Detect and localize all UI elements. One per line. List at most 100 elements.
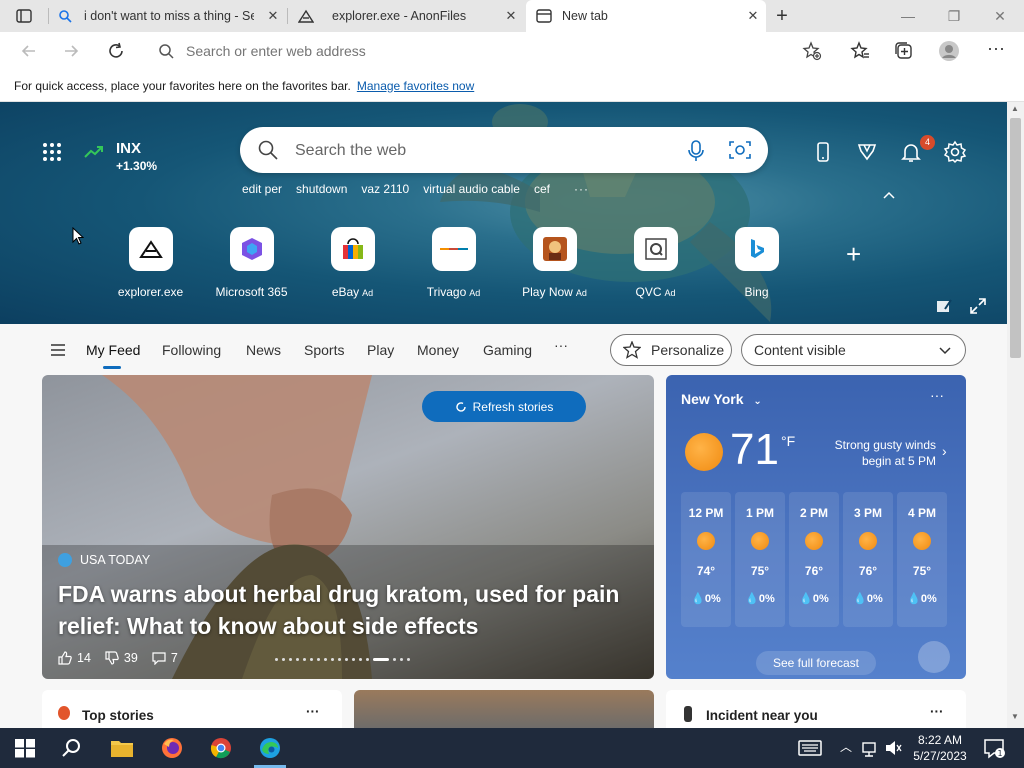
- volume-muted-icon[interactable]: [884, 736, 902, 760]
- trending-item[interactable]: shutdown: [296, 182, 347, 196]
- edit-background-icon[interactable]: [936, 298, 952, 314]
- scroll-up-icon[interactable]: ▲: [1011, 104, 1019, 113]
- more-options-icon[interactable]: ···: [985, 39, 1007, 62]
- forward-icon[interactable]: [60, 40, 82, 62]
- see-full-forecast-button[interactable]: See full forecast: [756, 651, 876, 675]
- hour-forecast-item[interactable]: 2 PM 76° 💧0%: [789, 492, 839, 627]
- more-feeds-icon[interactable]: ···: [554, 337, 568, 353]
- more-trending-icon[interactable]: ···: [574, 182, 589, 196]
- story-headline[interactable]: FDA warns about herbal drug kratom, used…: [58, 578, 638, 642]
- weather-more-icon[interactable]: ···: [930, 387, 944, 403]
- weather-alert[interactable]: Strong gusty winds begin at 5 PM: [816, 437, 936, 469]
- app-launcher-icon[interactable]: [42, 142, 62, 162]
- quick-link-bing[interactable]: Bing: [706, 227, 807, 299]
- scroll-down-icon[interactable]: ▼: [1011, 712, 1019, 721]
- web-search-box[interactable]: [240, 127, 768, 173]
- show-hidden-icons-icon[interactable]: ︿: [840, 738, 852, 755]
- card-more-icon[interactable]: ···: [930, 704, 944, 719]
- quick-link-qvc[interactable]: QVC Ad: [605, 227, 706, 299]
- chevron-right-icon[interactable]: ›: [942, 443, 947, 459]
- address-bar[interactable]: [144, 35, 834, 66]
- page-scrollbar[interactable]: ▲ ▼: [1007, 102, 1024, 728]
- like-button[interactable]: 14: [58, 651, 91, 665]
- stock-ticker[interactable]: INX +1.30%: [84, 140, 157, 173]
- settings-icon[interactable]: [943, 140, 967, 164]
- add-quick-link-icon[interactable]: +: [846, 239, 861, 270]
- quick-link-ebay[interactable]: eBay Ad: [302, 227, 403, 299]
- tab-anonfiles[interactable]: explorer.exe - AnonFiles ✕: [290, 0, 524, 32]
- back-icon[interactable]: [18, 40, 40, 62]
- feed-tab-gaming[interactable]: Gaming: [483, 342, 532, 358]
- mobile-icon[interactable]: [811, 140, 835, 164]
- feed-tab-my-feed[interactable]: My Feed: [86, 342, 140, 369]
- close-tab-icon[interactable]: ✕: [266, 9, 280, 23]
- chrome-icon[interactable]: [209, 736, 233, 760]
- raindrop-icon: 💧: [907, 593, 921, 605]
- collapse-chevron-icon[interactable]: [882, 190, 896, 200]
- content-visibility-dropdown[interactable]: Content visible: [741, 334, 966, 366]
- quick-link-play-now[interactable]: Play Now Ad: [504, 227, 605, 299]
- favorites-icon[interactable]: [849, 40, 871, 62]
- fullscreen-icon[interactable]: [970, 298, 986, 314]
- close-tab-icon[interactable]: ✕: [746, 9, 760, 23]
- quick-link-trivago[interactable]: Trivago Ad: [403, 227, 504, 299]
- address-input[interactable]: [186, 41, 746, 61]
- weather-extra-icon[interactable]: [918, 641, 950, 673]
- restore-icon[interactable]: ❐: [944, 6, 964, 26]
- keyboard-icon[interactable]: [798, 736, 822, 760]
- feed-tab-sports[interactable]: Sports: [304, 342, 344, 358]
- card-more-icon[interactable]: ···: [306, 704, 320, 719]
- add-favorite-icon[interactable]: [802, 41, 822, 61]
- personalize-button[interactable]: Personalize: [610, 334, 732, 366]
- collections-icon[interactable]: [893, 40, 915, 62]
- minimize-icon[interactable]: —: [898, 6, 918, 26]
- quick-link-microsoft-365[interactable]: Microsoft 365: [201, 227, 302, 299]
- search-icon[interactable]: [60, 736, 84, 760]
- feed-tab-play[interactable]: Play: [367, 342, 394, 358]
- comments-button[interactable]: 7: [152, 651, 178, 665]
- dislike-button[interactable]: 39: [105, 651, 138, 665]
- windows-start-icon[interactable]: [13, 736, 37, 760]
- edge-icon[interactable]: [258, 736, 282, 760]
- taskbar-clock[interactable]: 8:22 AM 5/27/2023: [912, 732, 968, 764]
- trending-item[interactable]: edit per: [242, 182, 282, 196]
- close-tab-icon[interactable]: ✕: [504, 9, 518, 23]
- hour-forecast-item[interactable]: 12 PM 74° 💧0%: [681, 492, 731, 627]
- feed-tab-following[interactable]: Following: [162, 342, 221, 358]
- visual-search-icon[interactable]: [729, 140, 751, 160]
- carousel-indicator[interactable]: [275, 658, 410, 661]
- feed-tab-money[interactable]: Money: [417, 342, 459, 358]
- microphone-icon[interactable]: [686, 140, 706, 162]
- quick-link-explorer[interactable]: explorer.exe: [100, 227, 201, 299]
- refresh-icon[interactable]: [105, 40, 127, 62]
- avatar[interactable]: [938, 40, 960, 62]
- network-icon[interactable]: [860, 736, 878, 760]
- web-search-input[interactable]: [295, 140, 665, 162]
- hour-forecast-item[interactable]: 1 PM 75° 💧0%: [735, 492, 785, 627]
- rewards-icon[interactable]: [855, 140, 879, 164]
- feed-tab-news[interactable]: News: [246, 342, 281, 358]
- scrollbar-thumb[interactable]: [1010, 118, 1021, 358]
- weather-card[interactable]: New York ⌄ ··· 71 °F Strong gusty winds …: [666, 375, 966, 679]
- menu-icon[interactable]: [51, 344, 65, 356]
- tab-new-tab[interactable]: New tab ✕: [526, 0, 766, 32]
- featured-story-card[interactable]: Refresh stories USA TODAY FDA warns abou…: [42, 375, 654, 679]
- news-image-card[interactable]: [354, 690, 654, 728]
- trending-item[interactable]: virtual audio cable: [423, 182, 520, 196]
- tab-actions-icon[interactable]: [16, 8, 32, 24]
- tab-search[interactable]: i don't want to miss a thing - Search ✕: [52, 0, 286, 32]
- hour-forecast-item[interactable]: 4 PM 75° 💧0%: [897, 492, 947, 627]
- trending-item[interactable]: vaz 2110: [361, 182, 409, 196]
- incident-card[interactable]: Incident near you ···: [666, 690, 966, 728]
- firefox-icon[interactable]: [160, 736, 184, 760]
- hour-forecast-item[interactable]: 3 PM 76° 💧0%: [843, 492, 893, 627]
- manage-favorites-link[interactable]: Manage favorites now: [357, 79, 474, 93]
- notification-center-icon[interactable]: 1: [982, 736, 1006, 760]
- close-window-icon[interactable]: ✕: [990, 6, 1010, 26]
- trending-item[interactable]: cef: [534, 182, 550, 196]
- top-stories-card[interactable]: Top stories ···: [42, 690, 342, 728]
- new-tab-icon[interactable]: +: [772, 6, 792, 26]
- refresh-stories-button[interactable]: Refresh stories: [422, 391, 586, 422]
- file-explorer-icon[interactable]: [110, 736, 134, 760]
- weather-location[interactable]: New York ⌄: [681, 391, 762, 407]
